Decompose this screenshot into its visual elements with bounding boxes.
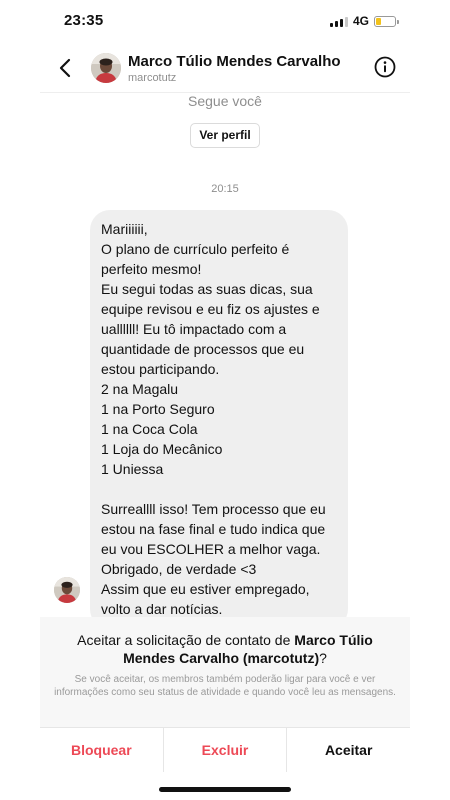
message-line: 2 na Magalu (101, 381, 179, 397)
message-line: Obrigado, de verdade <3 (101, 561, 257, 577)
request-title-prefix: Aceitar a solicitação de contato de (77, 632, 295, 648)
message-line: Eu segui todas as suas dicas, sua (101, 281, 313, 297)
follows-you-label: Segue você (188, 93, 262, 109)
status-bar: 23:35 4G (40, 0, 410, 44)
back-button[interactable] (54, 54, 78, 82)
message-line: perfeito mesmo! (101, 261, 202, 277)
message-line: uallllll! Eu tô impactado com a (101, 321, 287, 337)
contact-username: marcotutz (128, 72, 177, 84)
profile-photo (91, 53, 121, 83)
status-icons: 4G (329, 14, 399, 28)
message-request-panel: Aceitar a solicitação de contato de Marc… (40, 617, 410, 727)
battery-icon (374, 15, 399, 27)
message-line: 1 na Porto Seguro (101, 401, 215, 417)
chevron-left-icon (59, 58, 71, 78)
network-type: 4G (352, 14, 369, 28)
message-line: volto a dar notícias. (101, 601, 223, 617)
message-line: quantidade de processos que eu (101, 341, 305, 357)
avatar[interactable] (91, 53, 121, 83)
message-line: O plano de currículo perfeito é (101, 241, 290, 257)
accept-button[interactable]: Aceitar (287, 728, 410, 772)
message-line: Mariiiiii, (101, 221, 148, 237)
message-line: Assim que eu estiver empregado, (101, 581, 310, 597)
clock: 23:35 (64, 12, 104, 29)
request-title-suffix: ? (319, 650, 327, 666)
info-button[interactable] (374, 56, 396, 78)
request-title: Aceitar a solicitação de contato de Marc… (60, 631, 390, 667)
request-actions: Bloquear Excluir Aceitar (40, 727, 410, 772)
message-line: 1 Uniessa (101, 461, 164, 477)
block-button[interactable]: Bloquear (40, 728, 164, 772)
message-timestamp: 20:15 (211, 183, 239, 195)
message-line-blank (101, 479, 336, 499)
home-indicator[interactable] (159, 787, 291, 792)
message-line: estou na fase final e tudo indica que (101, 521, 326, 537)
phone-screen: 23:35 4G Marco Túlio Mendes Carvalho mar… (40, 0, 410, 800)
message-line: 1 na Coca Cola (101, 421, 198, 437)
message-bubble[interactable]: Mariiiiii, O plano de currículo perfeito… (90, 210, 348, 629)
delete-button[interactable]: Excluir (164, 728, 288, 772)
message-line: estou participando. (101, 361, 220, 377)
message-line: Surreallll isso! Tem processo que eu (101, 501, 326, 517)
contact-name[interactable]: Marco Túlio Mendes Carvalho (128, 53, 341, 70)
info-circle-icon (374, 56, 396, 78)
request-note: Se você aceitar, os membros também poder… (54, 674, 396, 698)
signal-icon (329, 16, 348, 27)
profile-photo (54, 577, 80, 603)
message-line: equipe revisou e eu fiz os ajustes e (101, 301, 320, 317)
view-profile-button[interactable]: Ver perfil (190, 123, 260, 148)
sender-avatar[interactable] (54, 577, 80, 603)
message-line: 1 Loja do Mecânico (101, 441, 223, 457)
message-line: eu vou ESCOLHER a melhor vaga. (101, 541, 321, 557)
chat-header: Marco Túlio Mendes Carvalho marcotutz (40, 44, 410, 93)
